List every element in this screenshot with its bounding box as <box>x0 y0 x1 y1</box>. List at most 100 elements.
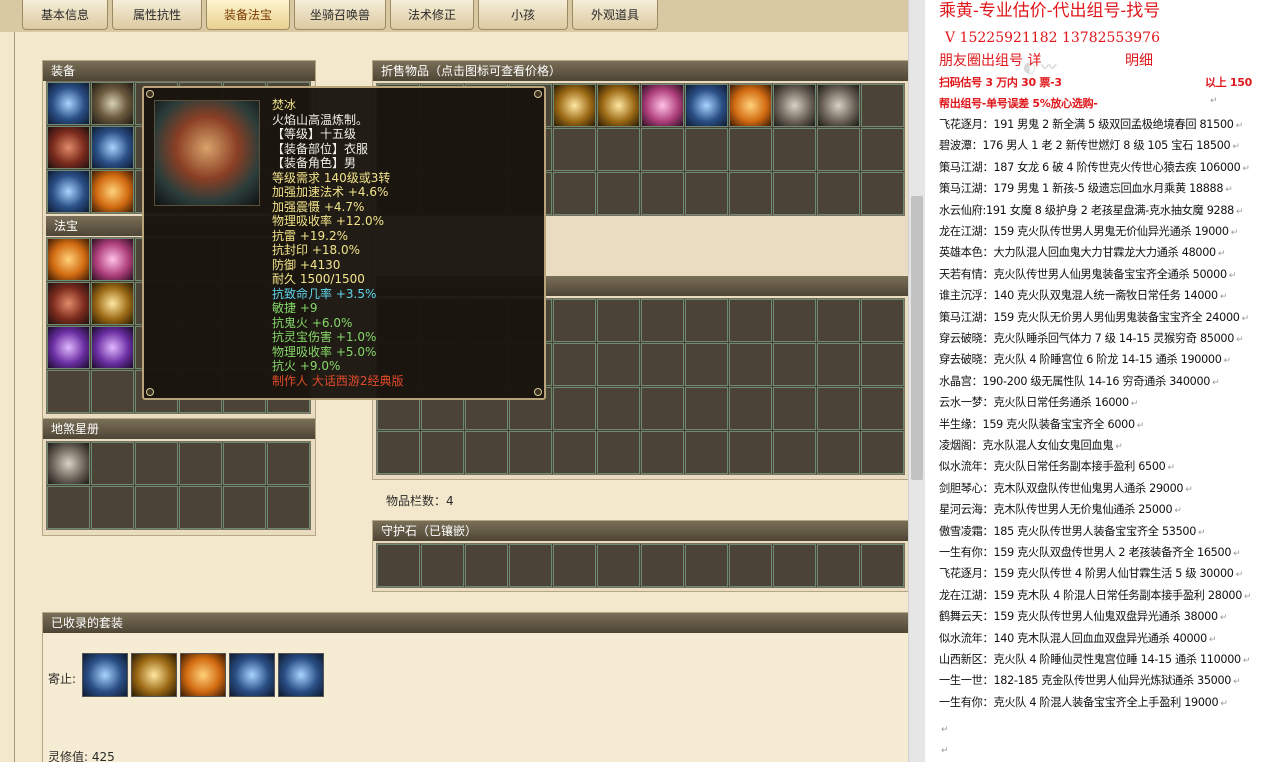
guard-stone-slot[interactable] <box>817 544 860 587</box>
guard-stone-slot[interactable] <box>773 544 816 587</box>
tab-spell-modifier[interactable]: 法术修正 <box>390 0 474 30</box>
sell-slot[interactable] <box>817 172 860 215</box>
star-book-slot[interactable] <box>179 442 222 485</box>
set-item-belt[interactable] <box>180 653 226 697</box>
guard-stone-slot[interactable] <box>465 544 508 587</box>
sell-slot[interactable] <box>773 128 816 171</box>
sell-slot[interactable] <box>377 431 420 474</box>
guard-stone-slot[interactable] <box>641 544 684 587</box>
sell-slot[interactable] <box>641 299 684 342</box>
star-book-slot[interactable] <box>135 486 178 529</box>
sell-slot[interactable] <box>685 343 728 386</box>
sell-slot[interactable] <box>685 431 728 474</box>
tab-appearance-items[interactable]: 外观道具 <box>572 0 658 30</box>
sell-slot-item[interactable] <box>553 84 596 127</box>
equip-slot-boots[interactable] <box>91 170 134 213</box>
sell-slot-item[interactable] <box>729 84 772 127</box>
sell-slot[interactable] <box>597 172 640 215</box>
scrollbar-thumb[interactable] <box>911 196 923 480</box>
sell-slot[interactable] <box>729 172 772 215</box>
sell-slot[interactable] <box>729 343 772 386</box>
sell-slot[interactable] <box>553 387 596 430</box>
vertical-scrollbar[interactable] <box>908 0 925 762</box>
sell-slot-item[interactable] <box>817 84 860 127</box>
set-item-armor[interactable] <box>82 653 128 697</box>
guard-stone-slot[interactable] <box>377 544 420 587</box>
sell-slot[interactable] <box>553 172 596 215</box>
equip-slot-necklace[interactable] <box>47 170 90 213</box>
sell-slot[interactable] <box>817 387 860 430</box>
star-book-slot[interactable] <box>179 486 222 529</box>
star-book-slot[interactable] <box>91 486 134 529</box>
sell-slot[interactable] <box>685 299 728 342</box>
guard-stone-slot[interactable] <box>421 544 464 587</box>
sell-slot[interactable] <box>817 299 860 342</box>
sell-slot[interactable] <box>553 343 596 386</box>
treasure-slot-book[interactable] <box>47 326 90 369</box>
set-item-weapon[interactable] <box>131 653 177 697</box>
set-item-necklace[interactable] <box>229 653 275 697</box>
treasure-slot-wand[interactable] <box>91 282 134 325</box>
sell-slot[interactable] <box>641 387 684 430</box>
tab-mounts-summons[interactable]: 坐骑召唤兽 <box>294 0 386 30</box>
sell-slot[interactable] <box>817 431 860 474</box>
equip-slot-armor[interactable] <box>91 126 134 169</box>
sell-slot[interactable] <box>773 172 816 215</box>
sell-slot[interactable] <box>773 299 816 342</box>
sell-slot[interactable] <box>509 431 552 474</box>
guard-stone-slot[interactable] <box>597 544 640 587</box>
sell-slot[interactable] <box>817 128 860 171</box>
sell-slot[interactable] <box>729 128 772 171</box>
sell-slot[interactable] <box>685 387 728 430</box>
guard-stone-slot[interactable] <box>729 544 772 587</box>
sell-slot[interactable] <box>729 431 772 474</box>
guard-stone-slot[interactable] <box>685 544 728 587</box>
star-book-slot[interactable] <box>223 442 266 485</box>
sell-slot[interactable] <box>861 172 904 215</box>
equip-slot-helmet[interactable] <box>47 82 90 125</box>
sell-slot[interactable] <box>641 431 684 474</box>
sell-slot[interactable] <box>685 172 728 215</box>
sell-slot-item[interactable] <box>685 84 728 127</box>
sell-slot[interactable] <box>861 299 904 342</box>
sell-slot[interactable] <box>597 299 640 342</box>
set-item-helmet[interactable] <box>278 653 324 697</box>
sell-slot[interactable] <box>553 431 596 474</box>
sell-slot[interactable] <box>597 431 640 474</box>
sell-slot-item[interactable] <box>597 84 640 127</box>
sell-slot[interactable] <box>861 128 904 171</box>
star-book-slot[interactable] <box>267 442 310 485</box>
sell-slot[interactable] <box>597 387 640 430</box>
treasure-slot-gourd[interactable] <box>47 282 90 325</box>
guard-stone-slot[interactable] <box>861 544 904 587</box>
sell-slot[interactable] <box>641 172 684 215</box>
treasure-slot[interactable] <box>47 370 90 413</box>
star-book-slot[interactable] <box>135 442 178 485</box>
star-book-slot[interactable] <box>267 486 310 529</box>
treasure-slot-lantern[interactable] <box>91 238 134 281</box>
guard-stone-slot[interactable] <box>509 544 552 587</box>
sell-slot[interactable] <box>553 299 596 342</box>
sell-slot[interactable] <box>729 387 772 430</box>
sell-slot[interactable] <box>597 343 640 386</box>
sell-slot[interactable] <box>641 128 684 171</box>
sell-slot[interactable] <box>861 343 904 386</box>
sell-slot[interactable] <box>421 431 464 474</box>
star-book-slot[interactable] <box>223 486 266 529</box>
sell-slot[interactable] <box>861 387 904 430</box>
sell-slot[interactable] <box>773 343 816 386</box>
sell-slot-item[interactable] <box>773 84 816 127</box>
guard-stone-slot[interactable] <box>553 544 596 587</box>
equip-slot-staff[interactable] <box>47 126 90 169</box>
tab-basic-info[interactable]: 基本信息 <box>22 0 108 30</box>
sell-slot[interactable] <box>817 343 860 386</box>
star-book-slot-card[interactable] <box>47 442 90 485</box>
sell-slot[interactable] <box>861 84 904 127</box>
tab-child[interactable]: 小孩 <box>478 0 568 30</box>
sell-slot[interactable] <box>641 343 684 386</box>
treasure-slot-spiral[interactable] <box>91 326 134 369</box>
sell-slot[interactable] <box>553 128 596 171</box>
sell-slot[interactable] <box>773 387 816 430</box>
sell-slot-item[interactable] <box>641 84 684 127</box>
star-book-slot[interactable] <box>47 486 90 529</box>
